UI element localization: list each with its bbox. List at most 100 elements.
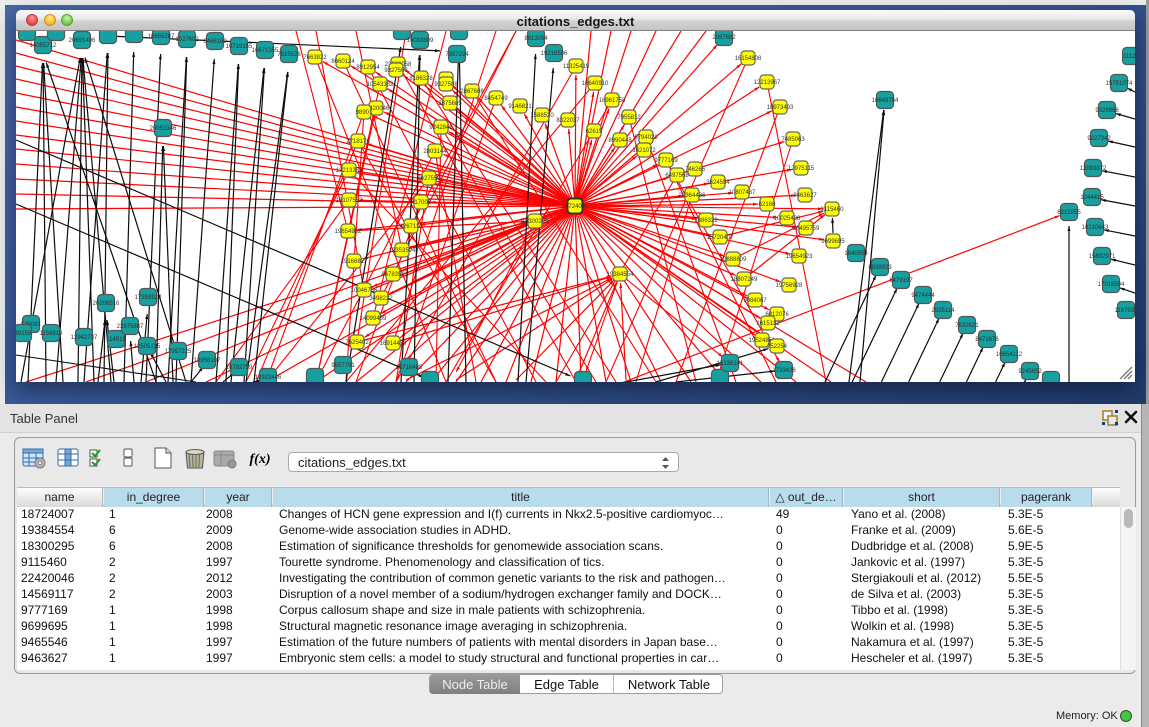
svg-text:2935114: 2935114 bbox=[932, 308, 956, 314]
svg-text:4267110: 4267110 bbox=[400, 224, 424, 230]
svg-text:12093872: 12093872 bbox=[1080, 166, 1107, 172]
svg-text:1621072: 1621072 bbox=[632, 148, 656, 154]
svg-text:15136141: 15136141 bbox=[717, 361, 744, 367]
svg-text:15716485: 15716485 bbox=[396, 365, 423, 371]
svg-text:16914479: 16914479 bbox=[380, 341, 407, 347]
svg-text:10654112: 10654112 bbox=[996, 352, 1023, 358]
svg-text:18724007: 18724007 bbox=[562, 204, 589, 210]
svg-text:17359924: 17359924 bbox=[135, 295, 162, 301]
svg-text:3498222: 3498222 bbox=[369, 296, 393, 302]
svg-text:16640910: 16640910 bbox=[582, 81, 609, 87]
svg-text:1640954: 1640954 bbox=[844, 251, 868, 257]
svg-text:18807249: 18807249 bbox=[731, 277, 758, 283]
svg-text:9329966: 9329966 bbox=[1095, 108, 1119, 114]
svg-text:23975887: 23975887 bbox=[117, 324, 144, 330]
svg-text:7663822: 7663822 bbox=[303, 55, 327, 61]
svg-text:3624554: 3624554 bbox=[706, 180, 730, 186]
svg-text:8186328: 8186328 bbox=[409, 76, 433, 82]
svg-text:8813054: 8813054 bbox=[524, 36, 548, 42]
svg-text:9699695: 9699695 bbox=[821, 239, 845, 245]
svg-text:7357224: 7357224 bbox=[445, 52, 469, 58]
svg-text:10688609: 10688609 bbox=[720, 257, 747, 263]
svg-text:15892971: 15892971 bbox=[1089, 254, 1116, 260]
svg-text:12975115: 12975115 bbox=[788, 166, 815, 172]
svg-text:12942737: 12942737 bbox=[71, 335, 98, 341]
svg-text:39159: 39159 bbox=[16, 331, 32, 337]
svg-text:9327503: 9327503 bbox=[384, 68, 408, 74]
svg-text:9115460: 9115460 bbox=[821, 207, 845, 213]
svg-text:7515526: 7515526 bbox=[277, 52, 301, 58]
svg-text:8912954: 8912954 bbox=[356, 65, 380, 71]
svg-text:8322037: 8322037 bbox=[556, 118, 580, 124]
svg-text:8454749: 8454749 bbox=[484, 96, 508, 102]
svg-text:6497568: 6497568 bbox=[665, 173, 689, 179]
svg-text:16210643: 16210643 bbox=[1082, 225, 1109, 231]
svg-text:9242848: 9242848 bbox=[429, 125, 453, 131]
svg-text:7955812: 7955812 bbox=[617, 115, 641, 121]
svg-text:1615132: 1615132 bbox=[756, 321, 780, 327]
svg-text:12353594: 12353594 bbox=[389, 248, 416, 254]
svg-text:7632621: 7632621 bbox=[955, 323, 979, 329]
svg-text:9657791: 9657791 bbox=[331, 363, 355, 369]
svg-text:2087682: 2087682 bbox=[712, 35, 736, 41]
svg-text:8471676: 8471676 bbox=[975, 337, 999, 343]
svg-text:12213967: 12213967 bbox=[754, 80, 781, 86]
svg-text:20206516: 20206516 bbox=[93, 301, 120, 307]
svg-text:19654923: 19654923 bbox=[786, 254, 813, 260]
svg-text:1527602: 1527602 bbox=[175, 37, 199, 43]
svg-text:10025438: 10025438 bbox=[774, 216, 801, 222]
svg-text:11325419: 11325419 bbox=[563, 64, 590, 70]
svg-text:10719155: 10719155 bbox=[226, 44, 253, 50]
svg-text:10543382: 10543382 bbox=[367, 82, 394, 88]
svg-text:8660124: 8660124 bbox=[331, 59, 355, 65]
svg-text:114519: 114519 bbox=[106, 337, 126, 343]
svg-text:62615: 62615 bbox=[586, 129, 603, 135]
svg-text:19654952: 19654952 bbox=[335, 229, 362, 235]
svg-text:9777169: 9777169 bbox=[654, 158, 678, 164]
svg-text:12923446: 12923446 bbox=[255, 375, 282, 381]
svg-text:9227342: 9227342 bbox=[1087, 136, 1111, 142]
svg-text:1167533: 1167533 bbox=[1115, 308, 1135, 314]
svg-text:9146821: 9146821 bbox=[508, 104, 532, 110]
svg-text:2718176: 2718176 bbox=[346, 139, 370, 145]
svg-text:7886322: 7886322 bbox=[694, 218, 718, 224]
svg-text:6479197: 6479197 bbox=[889, 278, 913, 284]
svg-text:9327508: 9327508 bbox=[434, 82, 458, 88]
svg-text:16033809: 16033809 bbox=[407, 38, 434, 44]
svg-text:9084067: 9084067 bbox=[743, 298, 767, 304]
svg-text:8990448: 8990448 bbox=[608, 138, 632, 144]
svg-text:11123: 11123 bbox=[1123, 54, 1135, 60]
svg-text:9474444: 9474444 bbox=[911, 293, 935, 299]
svg-text:16782759: 16782759 bbox=[226, 365, 253, 371]
svg-text:14099489: 14099489 bbox=[360, 316, 387, 322]
svg-text:62160: 62160 bbox=[759, 202, 776, 208]
svg-text:20364436: 20364436 bbox=[679, 193, 706, 199]
svg-text:6466160: 6466160 bbox=[203, 39, 227, 45]
svg-text:8938923: 8938923 bbox=[868, 265, 892, 271]
svg-text:19384554: 19384554 bbox=[607, 272, 634, 278]
svg-text:1733426: 1733426 bbox=[772, 368, 796, 374]
svg-text:17957225: 17957225 bbox=[165, 349, 192, 355]
svg-text:19166827: 19166827 bbox=[341, 259, 368, 265]
svg-text:f(x): f(x) bbox=[250, 452, 271, 467]
svg-text:8427552: 8427552 bbox=[417, 176, 441, 182]
svg-text:10655287: 10655287 bbox=[148, 34, 175, 40]
svg-text:8678352: 8678352 bbox=[381, 272, 405, 278]
svg-text:417006: 417006 bbox=[411, 200, 432, 206]
svg-text:20691406: 20691406 bbox=[69, 38, 96, 44]
svg-text:16671355: 16671355 bbox=[252, 48, 279, 54]
svg-text:16107553: 16107553 bbox=[336, 198, 363, 204]
svg-text:10973493: 10973493 bbox=[767, 105, 794, 111]
svg-text:10807487: 10807487 bbox=[729, 190, 756, 196]
svg-text:12505135: 12505135 bbox=[134, 344, 161, 350]
svg-text:20053346: 20053346 bbox=[150, 126, 177, 132]
svg-text:7625402: 7625402 bbox=[345, 340, 369, 346]
svg-text:19756928: 19756928 bbox=[776, 283, 803, 289]
svg-text:19218506: 19218506 bbox=[541, 51, 568, 57]
svg-text:16154808: 16154808 bbox=[735, 56, 762, 62]
svg-text:2803144: 2803144 bbox=[423, 149, 447, 155]
svg-text:14055712: 14055712 bbox=[30, 43, 57, 49]
svg-text:8215955: 8215955 bbox=[1057, 210, 1081, 216]
svg-text:1156819: 1156819 bbox=[40, 331, 64, 337]
svg-text:1588520: 1588520 bbox=[530, 113, 554, 119]
